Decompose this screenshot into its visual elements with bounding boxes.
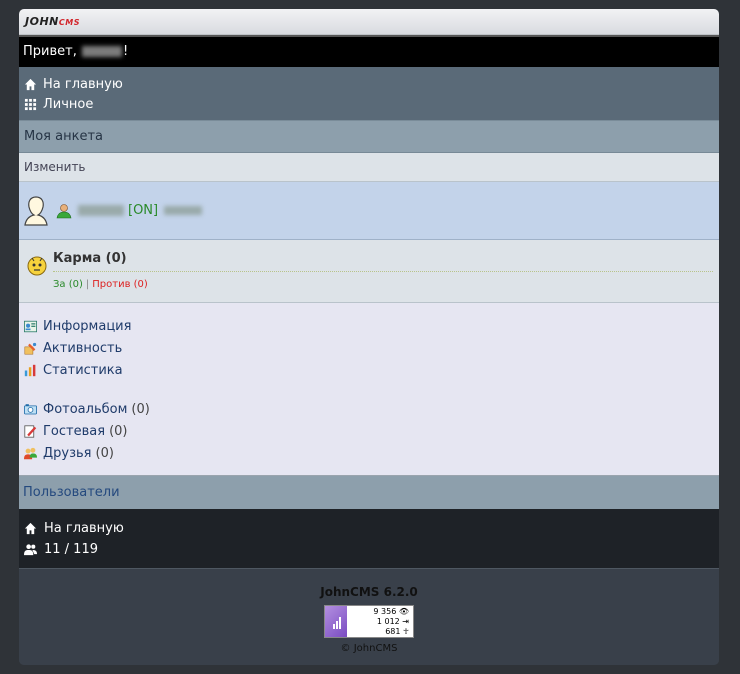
last-visit-blurred (164, 206, 203, 215)
online-status: [ON] (128, 203, 159, 218)
footer: JohnCMS 6.2.0 9 356 👁 1 012 ⇥ 681 ☥ © Jo… (19, 568, 719, 665)
karma-separator: | (85, 279, 90, 290)
counter-views: 9 356 👁 (373, 607, 409, 616)
page-container: JOHNCMS Привет, ! На главную Личное Моя … (19, 9, 719, 665)
photo-album-icon (24, 403, 37, 414)
top-navigation: На главную Личное (19, 67, 719, 120)
counter-logo (325, 606, 347, 637)
nav-home-link[interactable]: На главную (24, 74, 714, 94)
site-logo[interactable]: JOHNCMS (25, 15, 80, 28)
login-icon: ⇥ (402, 617, 409, 626)
info-card-icon (24, 320, 37, 332)
avatar (24, 195, 48, 226)
copyright: © JohnCMS (340, 643, 398, 654)
visit-counter[interactable]: 9 356 👁 1 012 ⇥ 681 ☥ (324, 605, 414, 638)
menu-item-photo-album[interactable]: Фотоальбом (0) (24, 398, 714, 420)
guestbook-icon (24, 424, 37, 438)
bottom-home-link[interactable]: На главную (24, 518, 714, 539)
greeting-bar: Привет, ! (19, 35, 719, 67)
users-link[interactable]: Пользователи (19, 476, 719, 509)
counter-visitors: 681 ☥ (385, 627, 409, 636)
greeting-suffix: ! (122, 44, 129, 59)
friends-icon (24, 447, 37, 459)
menu-item-activity[interactable]: Активность (24, 337, 714, 359)
menu-item-statistics[interactable]: Статистика (24, 359, 714, 381)
edit-profile-link[interactable]: Изменить (19, 153, 719, 182)
nav-personal-link[interactable]: Личное (24, 94, 714, 114)
menu-item-friends[interactable]: Друзья (0) (24, 442, 714, 464)
profile-header: Моя анкета (19, 120, 719, 153)
activity-icon (24, 342, 37, 354)
version-label: JohnCMS 6.2.0 (320, 585, 418, 599)
karma-against-link[interactable]: Против (0) (92, 279, 148, 290)
bottom-navigation: На главную 11 / 119 (19, 509, 719, 568)
online-users-link[interactable]: 11 / 119 (24, 539, 714, 560)
karma-divider (53, 271, 713, 272)
profile-menu: Информация Активность Статистика Фотоаль… (19, 303, 719, 476)
grid-icon (24, 98, 37, 110)
home-icon (24, 522, 37, 535)
user-icon (56, 203, 72, 218)
eye-icon: 👁 (398, 607, 409, 616)
menu-item-guestbook[interactable]: Гостевая (0) (24, 420, 714, 442)
smiley-icon (27, 256, 47, 276)
counter-values: 9 356 👁 1 012 ⇥ 681 ☥ (373, 607, 409, 637)
stats-icon (24, 364, 36, 376)
username-blurred (81, 46, 122, 57)
users-icon (24, 544, 37, 556)
karma-for-link[interactable]: За (0) (53, 279, 83, 290)
menu-item-information[interactable]: Информация (24, 315, 714, 337)
username-blurred (78, 205, 124, 216)
karma-title: Карма (0) (53, 251, 127, 266)
karma-section: Карма (0) За (0) | Против (0) (19, 240, 719, 303)
user-info-bar: [ON] (19, 182, 719, 240)
home-icon (24, 78, 37, 90)
karma-votes: За (0) | Против (0) (53, 279, 148, 290)
header-logo-bar: JOHNCMS (19, 9, 719, 35)
greeting-prefix: Привет, (23, 44, 77, 59)
counter-visits: 1 012 ⇥ (376, 617, 409, 626)
person-icon: ☥ (403, 627, 409, 636)
